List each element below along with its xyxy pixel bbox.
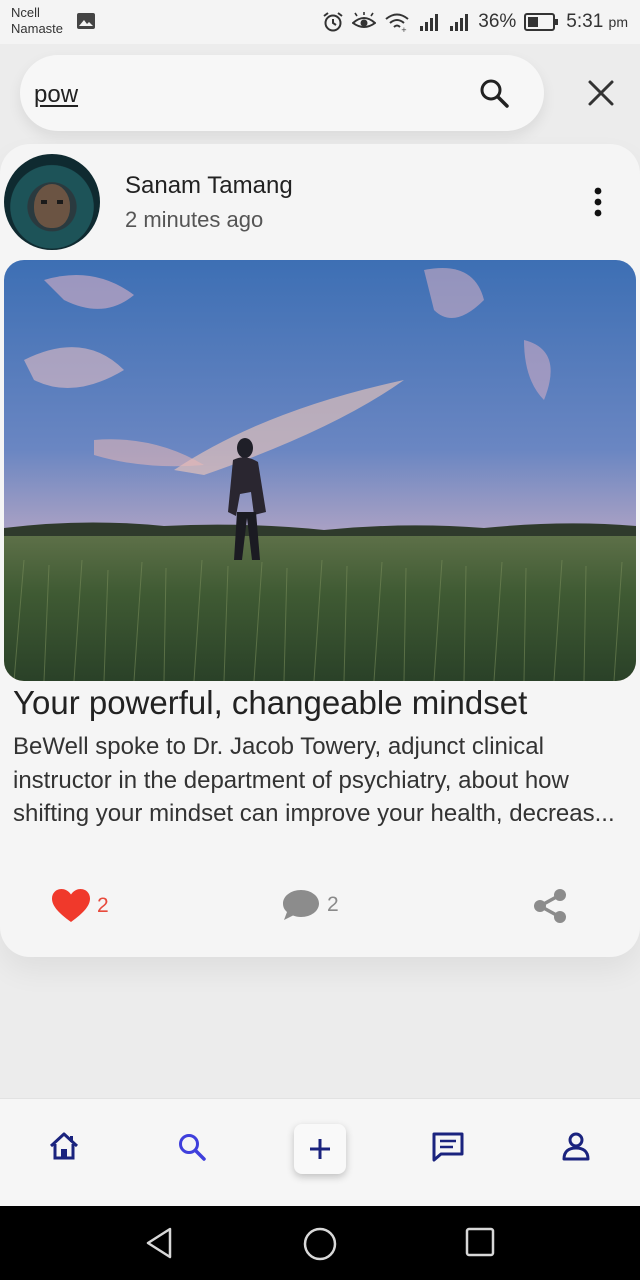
- nav-search-icon[interactable]: [176, 1131, 208, 1163]
- search-input[interactable]: pow: [34, 81, 78, 109]
- eye-comfort-icon: [352, 12, 377, 28]
- add-post-button[interactable]: [294, 1124, 346, 1174]
- post-timestamp: 2 minutes ago: [125, 207, 264, 232]
- signal-icon-2: [450, 14, 469, 31]
- gallery-icon: [77, 13, 95, 29]
- alarm-icon: [323, 12, 343, 32]
- post-image[interactable]: [4, 260, 636, 681]
- system-navigation-bar: [0, 1206, 640, 1280]
- bottom-navigation: [0, 1098, 640, 1206]
- like-count: 2: [97, 894, 109, 917]
- heart-icon: [52, 889, 90, 922]
- comment-icon: [283, 890, 319, 920]
- home-button-icon[interactable]: [302, 1226, 338, 1262]
- status-bar: Ncell Namaste + 36% 5:31 pm: [0, 0, 640, 44]
- post-card: Sanam Tamang 2 minutes ago Your powerful…: [0, 144, 640, 957]
- share-icon: [534, 889, 566, 923]
- chat-icon[interactable]: [431, 1131, 465, 1163]
- search-icon[interactable]: [478, 77, 510, 109]
- battery-percent: 36%: [478, 11, 517, 32]
- recent-apps-icon[interactable]: [464, 1226, 496, 1258]
- wifi-icon: +: [385, 13, 409, 32]
- plus-icon: [310, 1139, 330, 1159]
- clock: 5:31 pm: [566, 11, 628, 32]
- back-icon[interactable]: [144, 1226, 176, 1260]
- comment-button[interactable]: 2: [281, 888, 339, 922]
- carrier-info: Ncell Namaste: [11, 5, 63, 37]
- svg-text:+: +: [401, 26, 407, 32]
- profile-icon[interactable]: [561, 1131, 591, 1161]
- search-bar[interactable]: pow: [20, 55, 544, 131]
- home-icon[interactable]: [48, 1131, 80, 1161]
- like-button[interactable]: 2: [51, 888, 109, 924]
- more-options-icon[interactable]: [586, 186, 610, 218]
- carrier-sub: Namaste: [11, 21, 64, 36]
- post-excerpt: BeWell spoke to Dr. Jacob Towery, adjunc…: [13, 733, 615, 827]
- comment-count: 2: [327, 893, 339, 916]
- battery-icon: [524, 13, 559, 31]
- carrier-name: Ncell: [11, 5, 40, 20]
- author-name[interactable]: Sanam Tamang: [125, 172, 293, 200]
- signal-icon: [420, 14, 439, 31]
- close-icon[interactable]: [584, 76, 618, 110]
- post-title[interactable]: Your powerful, changeable mindset: [13, 684, 527, 722]
- avatar[interactable]: [4, 154, 100, 250]
- share-button[interactable]: [532, 888, 568, 924]
